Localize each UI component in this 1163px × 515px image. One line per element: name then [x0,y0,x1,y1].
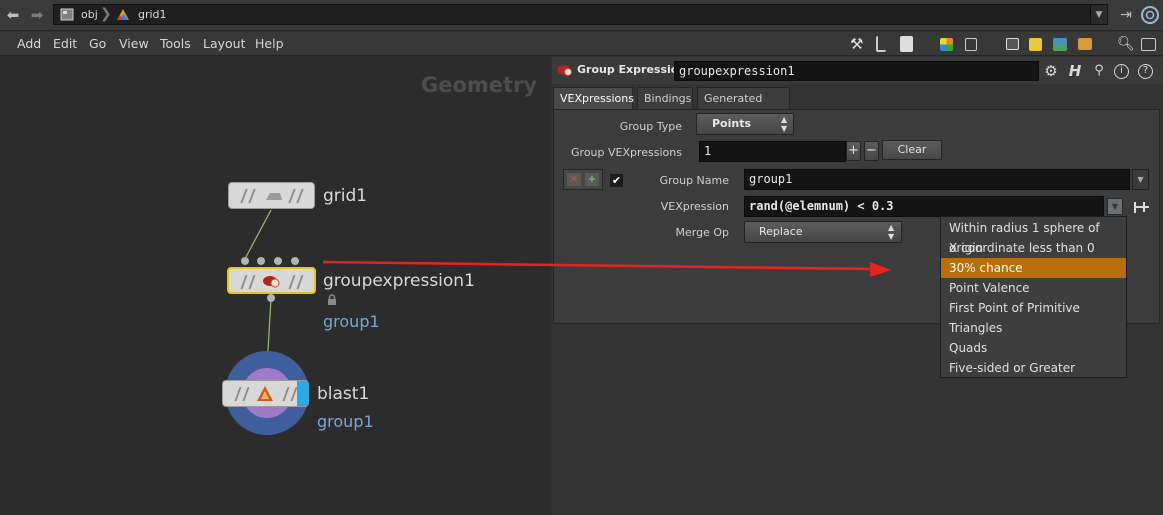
group-expression-icon [557,65,572,76]
menu-add[interactable]: Add [17,36,41,51]
updown-arrows-icon: ▲ ▼ [781,115,788,133]
insert-instance-icon[interactable]: + [585,173,599,186]
display-icon[interactable] [1006,38,1019,50]
group-label-blast1: group1 [317,412,374,431]
color-palette-icon[interactable] [940,38,953,51]
multiparm-instance-controls: ✕ + [563,169,603,190]
breadcrumb-grid1[interactable]: grid1 [138,5,167,24]
menu-go[interactable]: Go [89,36,106,51]
node-groupexpression1[interactable] [227,267,316,294]
back-arrow-icon[interactable]: ⬅ [3,5,23,25]
pin-icon[interactable]: ⇥ [1116,5,1136,25]
vexpression-label: VEXpression [660,200,729,213]
group-type-dropdown[interactable]: Points ▲ ▼ [696,113,794,135]
input-connector[interactable] [241,257,249,265]
preset-menu-item[interactable]: Within radius 1 sphere of origin [941,218,1126,255]
vexpression-preset-menu-icon[interactable]: ▼ [1107,198,1123,215]
group-name-field[interactable]: group1 [744,169,1130,190]
add-multiparm-button[interactable]: + [846,141,861,161]
help-icon[interactable]: ? [1138,64,1153,79]
merge-op-value: Replace [759,225,803,238]
maximize-icon[interactable] [1141,38,1156,51]
vexpression-preset-menu: Within radius 1 sphere of origin X coordi… [940,216,1127,378]
geometry-object-icon [117,9,129,20]
network-box-icon[interactable] [1078,38,1092,50]
tab-vexpressions[interactable]: VEXpressions [553,87,634,109]
preset-menu-item[interactable]: Triangles [941,318,1126,338]
node-grid1[interactable] [228,182,315,209]
preset-menu-item[interactable]: Quads [941,338,1126,358]
node-blast1[interactable] [222,380,309,407]
image-icon[interactable] [1053,38,1067,51]
search-icon[interactable]: 🔍︎ [1117,36,1135,52]
tools-icon[interactable]: ⚒ [850,36,866,52]
group-label-groupexpression1: group1 [323,312,380,331]
sticky-note-icon[interactable] [1029,38,1042,51]
context-label: Geometry [421,73,538,97]
menu-tools[interactable]: Tools [160,36,191,51]
grid-node-icon [266,193,282,200]
input-connector[interactable] [257,257,265,265]
link-pane-icon[interactable] [1140,5,1160,25]
preset-menu-item[interactable]: Point Valence [941,278,1126,298]
grid-icon[interactable] [965,38,977,51]
display-flag[interactable] [297,381,309,406]
group-vexpressions-field[interactable]: 1 [699,141,846,162]
list-view-icon[interactable] [900,36,913,52]
group-type-value: Points [712,117,752,130]
merge-op-label: Merge Op [675,226,729,239]
menu-help[interactable]: Help [255,36,284,51]
input-connector[interactable] [291,257,299,265]
node-name-blast1: blast1 [317,384,370,404]
node-name-grid1: grid1 [323,186,368,206]
tree-view-icon[interactable] [876,36,886,52]
input-connector[interactable] [274,257,282,265]
clear-button[interactable]: Clear [882,140,942,160]
wire-grid-to-groupexpression [245,209,272,258]
blast-node-icon [257,386,273,401]
lock-icon[interactable] [326,294,338,306]
breadcrumb: obj ❯ grid1 [53,4,1108,25]
parameter-header: Group Expression groupexpression1 ⚙ H ⚲ … [552,57,1163,84]
output-connector[interactable] [267,294,275,302]
vexpression-field[interactable]: rand(@elemnum) < 0.3 [744,196,1104,217]
preset-menu-item[interactable]: X coordinate less than 0 [941,238,1126,258]
menu-layout[interactable]: Layout [203,36,246,51]
path-bar: ⬅ ➡ obj ❯ grid1 ▼ ⇥ [0,0,1163,31]
tab-generated-code[interactable]: Generated Code [697,87,790,127]
group-type-label: Group Type [619,120,682,133]
preset-menu-item[interactable]: First Point of Primitive [941,298,1126,318]
group-vexpressions-label: Group VEXpressions [571,146,682,159]
menu-edit[interactable]: Edit [53,36,77,51]
node-name-field[interactable]: groupexpression1 [674,61,1039,81]
menu-view[interactable]: View [119,36,149,51]
gear-icon[interactable]: ⚙ [1042,62,1060,80]
breadcrumb-dropdown-icon[interactable]: ▼ [1090,4,1108,25]
preset-menu-item[interactable]: 30% chance [941,258,1126,278]
group-name-menu-icon[interactable]: ▼ [1132,169,1149,190]
node-type-label: Group Expression [577,63,687,76]
obj-context-icon [60,8,74,21]
merge-op-dropdown[interactable]: Replace ▲ ▼ [744,221,902,243]
remove-multiparm-button[interactable]: − [864,141,879,161]
breadcrumb-obj[interactable]: obj [81,5,98,24]
breadcrumb-separator: ❯ [100,6,112,22]
menu-bar: Add Edit Go View Tools Layout Help ⚒ 🔍︎ [0,32,1163,56]
remove-instance-icon[interactable]: ✕ [567,173,581,186]
preset-menu-item[interactable]: Five-sided or Greater [941,358,1126,378]
node-name-groupexpression1: groupexpression1 [323,271,475,291]
houdini-help-icon[interactable]: H [1066,62,1084,80]
search-icon[interactable]: ⚲ [1090,62,1108,80]
tab-bindings[interactable]: Bindings [637,87,693,109]
network-view[interactable]: Geometry grid1 groupexpression1 group1 b… [0,57,550,515]
group-name-label: Group Name [659,174,729,187]
forward-arrow-icon[interactable]: ➡ [27,5,47,25]
vex-options-icon[interactable] [1132,198,1152,216]
group-expression-icon [263,276,280,288]
info-icon[interactable]: i [1114,64,1129,79]
updown-arrows-icon: ▲ ▼ [888,223,895,241]
